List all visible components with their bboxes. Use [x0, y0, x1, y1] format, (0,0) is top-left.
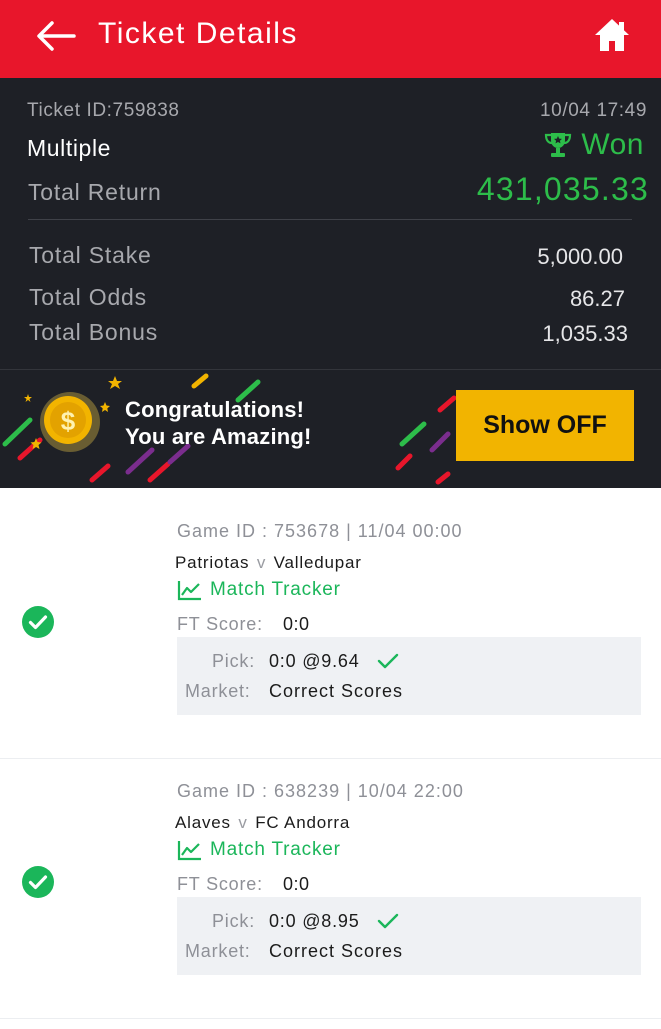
back-button[interactable]: [30, 16, 80, 56]
status-text: Won: [581, 128, 644, 161]
ticket-summary: Ticket ID:759838 10/04 17:49 Multiple Wo…: [0, 78, 661, 370]
total-return-label: Total Return: [28, 179, 162, 205]
app-header: Ticket Details: [0, 0, 661, 78]
page-title: Ticket Details: [98, 17, 298, 50]
congratulations-line-1: Congratulations!: [125, 397, 305, 422]
svg-text:$: $: [61, 406, 76, 436]
pick-value: 0:0 @9.64: [269, 651, 360, 671]
show-off-button[interactable]: Show OFF: [456, 390, 634, 461]
congratulations-line-2: You are Amazing!: [125, 424, 312, 449]
line-chart-icon: [177, 841, 201, 861]
ft-score-label: FT Score:: [177, 874, 263, 894]
check-icon: [377, 913, 399, 929]
total-bonus-value: 1,035.33: [542, 321, 628, 346]
versus-label: v: [238, 813, 248, 832]
check-icon: [377, 653, 399, 669]
total-stake-value: 5,000.00: [537, 244, 623, 269]
arrow-left-icon: [37, 21, 76, 51]
pick-label: Pick:: [211, 911, 255, 931]
home-team: Alaves: [175, 813, 231, 832]
status-badge: Won: [543, 128, 644, 162]
congratulations-banner: $ Congratulations! You are Amazing! Show…: [0, 370, 661, 488]
check-circle-icon: [22, 866, 54, 898]
game-card: Game ID : 753678 | 11/04 00:00 Patriotas…: [0, 488, 661, 759]
market-value: Correct Scores: [269, 681, 404, 701]
line-chart-icon: [177, 581, 201, 601]
away-team: Valledupar: [273, 553, 362, 572]
congratulations-message: Congratulations! You are Amazing!: [125, 396, 312, 450]
pick-details: Pick: 0:0 @9.64 Market: Correct Scores: [177, 637, 641, 715]
away-team: FC Andorra: [255, 813, 351, 832]
market-label: Market:: [185, 941, 251, 961]
gold-coin-icon: $: [40, 392, 100, 452]
trophy-icon: [545, 133, 572, 157]
ticket-datetime: 10/04 17:49: [540, 100, 647, 121]
ticket-id: Ticket ID:759838: [27, 100, 180, 121]
ft-score-value: 0:0: [283, 874, 310, 894]
divider: [28, 219, 632, 220]
total-bonus-label: Total Bonus: [29, 319, 158, 345]
check-circle-icon: [22, 606, 54, 638]
match-teams: Patriotas v Valledupar: [175, 553, 362, 573]
total-return-value: 431,035.33: [476, 171, 649, 207]
home-button[interactable]: [590, 14, 634, 58]
total-stake-label: Total Stake: [29, 242, 152, 268]
game-card: Game ID : 638239 | 10/04 22:00 Alaves v …: [0, 759, 661, 1019]
total-odds-label: Total Odds: [29, 284, 147, 310]
match-tracker-label: Match Tracker: [210, 579, 341, 600]
game-id-datetime: Game ID : 753678 | 11/04 00:00: [177, 521, 463, 541]
ft-score-value: 0:0: [283, 614, 310, 634]
pick-details: Pick: 0:0 @8.95 Market: Correct Scores: [177, 897, 641, 975]
match-teams: Alaves v FC Andorra: [175, 813, 350, 833]
total-odds-value: 86.27: [569, 286, 625, 311]
market-label: Market:: [185, 681, 251, 701]
market-value: Correct Scores: [269, 941, 404, 961]
ft-score-label: FT Score:: [177, 614, 263, 634]
match-tracker-label: Match Tracker: [210, 839, 341, 860]
pick-value: 0:0 @8.95: [269, 911, 360, 931]
pick-label: Pick:: [211, 651, 255, 671]
home-icon: [595, 19, 629, 51]
match-tracker-link[interactable]: Match Tracker: [177, 838, 341, 862]
home-team: Patriotas: [175, 553, 250, 572]
versus-label: v: [256, 553, 267, 572]
match-tracker-link[interactable]: Match Tracker: [177, 578, 341, 602]
game-id-datetime: Game ID : 638239 | 10/04 22:00: [177, 781, 464, 801]
bet-type: Multiple: [27, 135, 112, 161]
